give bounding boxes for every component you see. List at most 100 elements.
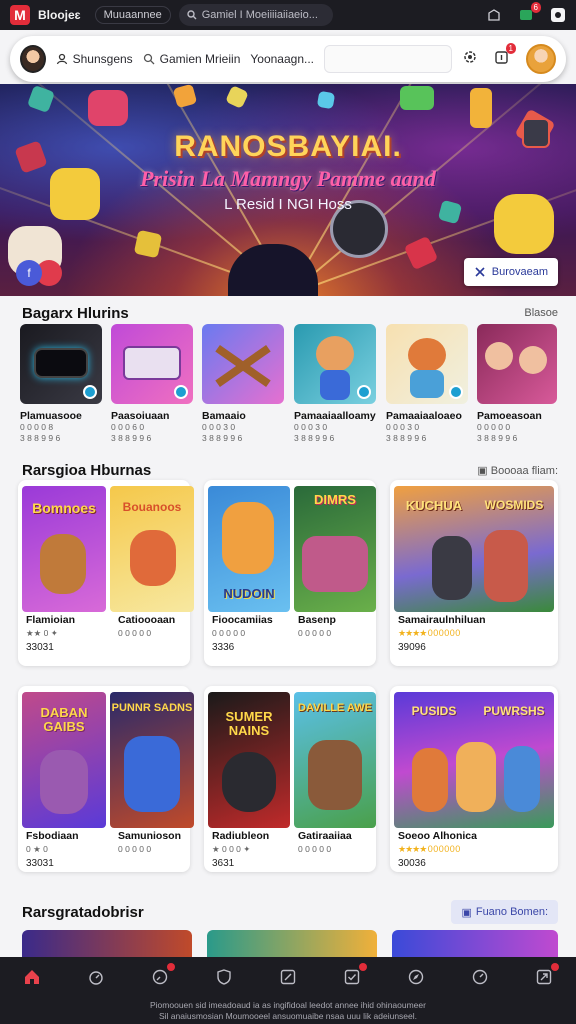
- game-meta: 0 ★ 0: [26, 844, 48, 854]
- grid-icon: ▣: [477, 465, 491, 477]
- notifications-icon[interactable]: 6: [518, 2, 541, 23]
- user-icon: [56, 53, 67, 65]
- game-art: DABAN GAIBS: [22, 692, 106, 828]
- app-tile[interactable]: Bamaaio 0 0 0 3 0 3 8 8 9 9 6: [202, 324, 284, 444]
- game-card-preview[interactable]: [207, 930, 377, 957]
- game-meta: 0 0 0 0 0: [298, 844, 332, 854]
- top-search-box[interactable]: Gamiel I Moeiiiiaiiaeio...: [178, 4, 333, 26]
- creature-character: [40, 750, 88, 814]
- app-badge-icon: [174, 385, 188, 399]
- game-count: 30036: [398, 858, 426, 869]
- game-meta: 0 0 0 0 0: [212, 628, 246, 638]
- section-link-label: Boooaa fliam:: [490, 465, 558, 477]
- app-tile[interactable]: Paasoiuaan 0 0 0 6 0 3 8 8 9 9 6: [111, 324, 193, 444]
- floating-toy: [88, 90, 128, 126]
- character-group: [302, 536, 368, 592]
- user-menu[interactable]: Shunsgens: [56, 52, 133, 66]
- character-art: [485, 342, 513, 370]
- footer-line: Piomoouen sid imeadoaud ia as ingifidoal…: [150, 1000, 426, 1010]
- bear-character: [130, 530, 176, 586]
- dial-icon[interactable]: [471, 968, 489, 986]
- game-art-title: Bomnoes: [32, 500, 96, 516]
- app-name: Bamaaio: [202, 410, 246, 422]
- floating-cube: [26, 84, 56, 114]
- section-see-all-link[interactable]: Blasoe: [524, 307, 558, 319]
- game-art: Bouanoos: [110, 486, 194, 612]
- game-card[interactable]: KUCHUA WOSMIDS Samairaulnhiluan ★★★★ 0 0…: [390, 480, 558, 666]
- game-card[interactable]: DABAN GAIBS PUNNR SADNS Fsbodiaan 0 ★ 0 …: [18, 686, 194, 872]
- app-badge-icon: [357, 385, 371, 399]
- game-art-title: NUDOIN: [223, 586, 275, 601]
- game-name: Fioocamiias: [212, 614, 273, 626]
- game-card[interactable]: Bomnoes Bouanoos Flamioian ★★ 0 ✦ 33031 …: [18, 480, 194, 666]
- shield-icon[interactable]: [215, 968, 233, 986]
- brand-name[interactable]: Bloojeɛ: [38, 8, 81, 22]
- game-card[interactable]: PUSIDS PUWRSHS Soeoo Alhonica ★★★★ 0 0 0…: [390, 686, 558, 872]
- share-icon[interactable]: [535, 963, 559, 986]
- settings-icon[interactable]: [462, 49, 478, 70]
- character-art: [412, 748, 448, 812]
- profile-avatar[interactable]: [526, 44, 556, 74]
- game-name: Radiubleon: [212, 830, 270, 842]
- search-icon: [143, 53, 155, 65]
- store-icon[interactable]: [486, 7, 502, 23]
- notifications-badge: 6: [530, 2, 541, 13]
- hero-title: RANOSBAYIAI.: [174, 130, 402, 163]
- game-card[interactable]: NUDOIN DIMRS Fioocamiias 0 0 0 0 0 3336 …: [204, 480, 376, 666]
- check-icon[interactable]: [343, 963, 367, 986]
- app-meta: 3 8 8 9 9 6: [477, 433, 518, 443]
- creature-character: [222, 752, 276, 812]
- floating-toy: [400, 86, 434, 110]
- section-see-all-link[interactable]: ▣ Boooaa fliam:: [477, 464, 558, 477]
- hero-cta-button[interactable]: Burovaeam: [463, 258, 558, 286]
- home-icon[interactable]: [23, 968, 41, 986]
- game-art: NUDOIN: [208, 486, 290, 612]
- game-card-preview[interactable]: [392, 930, 558, 957]
- app-thumbnail: [294, 324, 376, 404]
- clock-icon[interactable]: [151, 963, 175, 986]
- app-meta: 0 0 0 6 0: [111, 422, 145, 432]
- app-tile[interactable]: Pamaaiaalloamy 0 0 0 3 0 3 8 8 9 9 6: [294, 324, 376, 444]
- header-search-label: Gamien Mrieiin: [159, 52, 241, 66]
- game-meta: 0 0 0 0 0: [118, 844, 152, 854]
- section-title: Bagarx Hlurins: [22, 305, 129, 322]
- top-tab[interactable]: Muuaannee: [94, 6, 171, 24]
- game-art-title: DIMRS: [314, 492, 356, 507]
- game-rating: ★★★★ 0 0 0 0 0 0: [398, 628, 460, 638]
- game-card-preview[interactable]: [22, 930, 192, 957]
- floating-toy: [470, 88, 492, 128]
- social-icon[interactable]: f: [16, 260, 42, 286]
- game-art: DAVILLE AWE: [294, 692, 376, 828]
- search-icon: [187, 10, 197, 20]
- header-search[interactable]: Gamien Mrieiin: [143, 52, 241, 66]
- header-search-input[interactable]: [324, 45, 452, 73]
- notification-bell-icon[interactable]: 1: [494, 42, 516, 70]
- user-avatar[interactable]: [20, 45, 46, 73]
- header-nav-link[interactable]: Yoonaagn...: [250, 52, 314, 66]
- game-name: Basenp: [298, 614, 336, 626]
- app-meta: 0 0 0 3 0: [202, 422, 236, 432]
- app-tile[interactable]: Plamuasooe 0 0 0 0 8 3 8 8 9 9 6: [20, 324, 102, 444]
- app-meta: 0 0 0 3 0: [294, 422, 328, 432]
- game-art: KUCHUA WOSMIDS: [394, 486, 554, 612]
- app-thumbnail: [386, 324, 468, 404]
- compass-icon[interactable]: [407, 968, 425, 986]
- app-tile[interactable]: Pamoeasoan 0 0 0 0 0 3 8 8 9 9 6: [477, 324, 557, 444]
- app-meta: 0 0 0 0 0: [477, 422, 511, 432]
- game-card[interactable]: SUMER NAINS DAVILLE AWE Radiubleon ★ 0 0…: [204, 686, 376, 872]
- floating-cube: [133, 229, 163, 259]
- extension-icon[interactable]: [550, 7, 566, 23]
- timer-icon[interactable]: [87, 968, 105, 986]
- character-art: [316, 336, 354, 372]
- nav-badge: [359, 963, 367, 971]
- edit-icon[interactable]: [279, 968, 297, 986]
- app-logo[interactable]: M: [10, 5, 30, 25]
- section-action-button[interactable]: ▣ Fuano Bomen:: [451, 900, 558, 924]
- app-name: Pamaaiaaloaeo: [386, 410, 462, 422]
- app-name: Plamuasooe: [20, 410, 82, 422]
- hero-banner[interactable]: RANOSBAYIAI. Prisin La Mamngy Pamme aand…: [0, 84, 576, 296]
- app-tile[interactable]: Pamaaiaaloaeo 0 0 0 3 0 3 8 8 9 9 6: [386, 324, 468, 444]
- grid-icon: ▣: [461, 906, 472, 919]
- game-name: Soeoo Alhonica: [398, 830, 477, 842]
- app-badge-icon: [449, 385, 463, 399]
